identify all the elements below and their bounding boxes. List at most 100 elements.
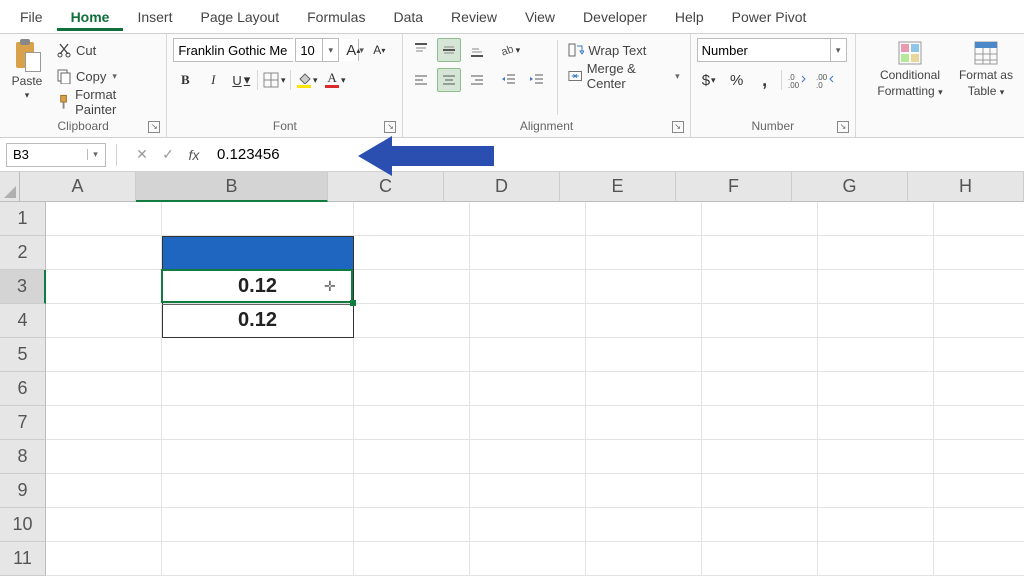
wrap-text-button[interactable]: Wrap Text bbox=[564, 38, 683, 62]
row-header-4[interactable]: 4 bbox=[0, 304, 46, 338]
dialog-launcher-icon[interactable]: ↘ bbox=[384, 121, 396, 133]
cell-E5[interactable] bbox=[586, 338, 702, 372]
align-bottom-button[interactable] bbox=[465, 38, 489, 62]
cell-B11[interactable] bbox=[162, 542, 354, 576]
cell-A7[interactable] bbox=[46, 406, 162, 440]
cell-A5[interactable] bbox=[46, 338, 162, 372]
cell-E8[interactable] bbox=[586, 440, 702, 474]
borders-button[interactable]: ▾ bbox=[262, 68, 286, 92]
cell-A9[interactable] bbox=[46, 474, 162, 508]
row-header-7[interactable]: 7 bbox=[0, 406, 46, 440]
font-name-dropdown[interactable]: ▾ bbox=[173, 38, 293, 62]
fill-handle[interactable] bbox=[350, 300, 356, 306]
cell-F10[interactable] bbox=[702, 508, 818, 542]
cell-D9[interactable] bbox=[470, 474, 586, 508]
merge-center-button[interactable]: Merge & Center ▾ bbox=[564, 64, 683, 88]
row-header-11[interactable]: 11 bbox=[0, 542, 46, 576]
cell-G8[interactable] bbox=[818, 440, 934, 474]
cell-D4[interactable] bbox=[470, 304, 586, 338]
row-header-8[interactable]: 8 bbox=[0, 440, 46, 474]
cell-G10[interactable] bbox=[818, 508, 934, 542]
cell-D10[interactable] bbox=[470, 508, 586, 542]
dialog-launcher-icon[interactable]: ↘ bbox=[837, 121, 849, 133]
formula-input[interactable] bbox=[207, 143, 1024, 167]
cell-C8[interactable] bbox=[354, 440, 470, 474]
cell-A6[interactable] bbox=[46, 372, 162, 406]
cell-H6[interactable] bbox=[934, 372, 1024, 406]
cell-H9[interactable] bbox=[934, 474, 1024, 508]
cell-C4[interactable] bbox=[354, 304, 470, 338]
cell-E1[interactable] bbox=[586, 202, 702, 236]
cell-E11[interactable] bbox=[586, 542, 702, 576]
row-header-10[interactable]: 10 bbox=[0, 508, 46, 542]
cell-B8[interactable] bbox=[162, 440, 354, 474]
dialog-launcher-icon[interactable]: ↘ bbox=[148, 121, 160, 133]
cell-B1[interactable] bbox=[162, 202, 354, 236]
cell-D8[interactable] bbox=[470, 440, 586, 474]
cut-button[interactable]: Cut bbox=[52, 38, 160, 62]
cell-C2[interactable] bbox=[354, 236, 470, 270]
cell-H11[interactable] bbox=[934, 542, 1024, 576]
cell-E2[interactable] bbox=[586, 236, 702, 270]
font-size-input[interactable] bbox=[296, 39, 322, 61]
column-header-E[interactable]: E bbox=[560, 172, 676, 202]
column-header-C[interactable]: C bbox=[328, 172, 444, 202]
chevron-down-icon[interactable]: ▾ bbox=[87, 149, 103, 160]
cell-E6[interactable] bbox=[586, 372, 702, 406]
cell-F2[interactable] bbox=[702, 236, 818, 270]
number-format-input[interactable] bbox=[698, 39, 830, 61]
cell-F6[interactable] bbox=[702, 372, 818, 406]
cell-F1[interactable] bbox=[702, 202, 818, 236]
align-right-button[interactable] bbox=[465, 68, 489, 92]
cancel-formula-button[interactable]: ✕ bbox=[129, 143, 155, 167]
menu-help[interactable]: Help bbox=[661, 3, 718, 31]
font-size-dropdown[interactable]: ▾ bbox=[295, 38, 339, 62]
cell-D7[interactable] bbox=[470, 406, 586, 440]
increase-font-button[interactable]: A▴ bbox=[341, 38, 365, 62]
align-center-button[interactable] bbox=[437, 68, 461, 92]
cell-H5[interactable] bbox=[934, 338, 1024, 372]
orientation-button[interactable]: ab▾ bbox=[497, 38, 521, 62]
column-header-B[interactable]: B bbox=[136, 172, 328, 202]
cell-B7[interactable] bbox=[162, 406, 354, 440]
cell-E3[interactable] bbox=[586, 270, 702, 304]
cell-G4[interactable] bbox=[818, 304, 934, 338]
menu-formulas[interactable]: Formulas bbox=[293, 3, 379, 31]
row-header-9[interactable]: 9 bbox=[0, 474, 46, 508]
cell-A11[interactable] bbox=[46, 542, 162, 576]
cell-C3[interactable] bbox=[354, 270, 470, 304]
cell-E4[interactable] bbox=[586, 304, 702, 338]
cell-C6[interactable] bbox=[354, 372, 470, 406]
menu-review[interactable]: Review bbox=[437, 3, 511, 31]
row-header-5[interactable]: 5 bbox=[0, 338, 46, 372]
cell-H3[interactable] bbox=[934, 270, 1024, 304]
cell-A1[interactable] bbox=[46, 202, 162, 236]
row-header-3[interactable]: 3 bbox=[0, 270, 46, 304]
italic-button[interactable]: I bbox=[201, 68, 225, 92]
cell-B5[interactable] bbox=[162, 338, 354, 372]
cell-C11[interactable] bbox=[354, 542, 470, 576]
font-color-button[interactable]: A ▾ bbox=[323, 68, 347, 92]
increase-indent-button[interactable] bbox=[525, 68, 549, 92]
insert-function-button[interactable]: fx bbox=[181, 143, 207, 167]
menu-page-layout[interactable]: Page Layout bbox=[186, 3, 293, 31]
cell-G5[interactable] bbox=[818, 338, 934, 372]
column-header-D[interactable]: D bbox=[444, 172, 560, 202]
cell-F4[interactable] bbox=[702, 304, 818, 338]
format-painter-button[interactable]: Format Painter bbox=[52, 90, 160, 114]
cell-B4[interactable]: 0.12 bbox=[162, 304, 354, 338]
enter-formula-button[interactable]: ✓ bbox=[155, 143, 181, 167]
menu-home[interactable]: Home bbox=[57, 3, 124, 31]
name-box-input[interactable] bbox=[7, 147, 87, 162]
column-header-H[interactable]: H bbox=[908, 172, 1024, 202]
increase-decimal-button[interactable]: .0.00 bbox=[786, 68, 810, 92]
cell-H10[interactable] bbox=[934, 508, 1024, 542]
cell-H7[interactable] bbox=[934, 406, 1024, 440]
cell-G11[interactable] bbox=[818, 542, 934, 576]
cell-F7[interactable] bbox=[702, 406, 818, 440]
column-header-A[interactable]: A bbox=[20, 172, 136, 202]
cell-F5[interactable] bbox=[702, 338, 818, 372]
cell-G6[interactable] bbox=[818, 372, 934, 406]
cell-D3[interactable] bbox=[470, 270, 586, 304]
cell-D6[interactable] bbox=[470, 372, 586, 406]
